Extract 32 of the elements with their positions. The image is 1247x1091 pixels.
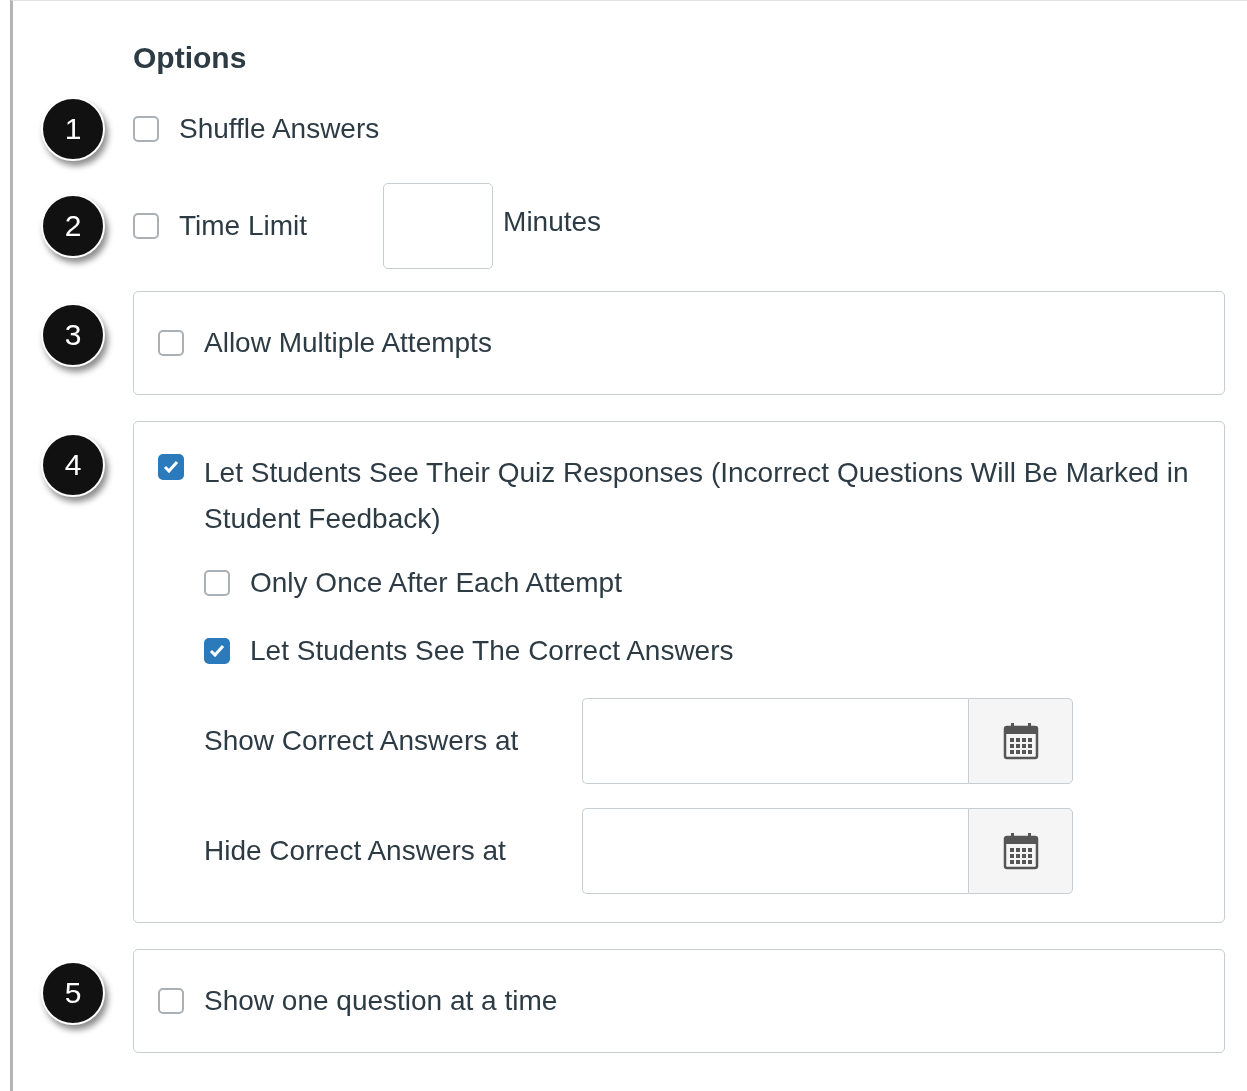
step-number-badge: 1 — [41, 97, 105, 161]
checkbox[interactable] — [133, 213, 159, 239]
step-number-badge: 3 — [41, 303, 105, 367]
calendar-icon — [1002, 832, 1039, 870]
step-number-badge: 4 — [41, 433, 105, 497]
option-label: Only Once After Each Attempt — [250, 566, 622, 600]
option-label: Show one question at a time — [204, 984, 558, 1018]
checkbox[interactable] — [204, 570, 230, 596]
checkbox[interactable] — [158, 330, 184, 356]
option-label: Time Limit — [179, 209, 308, 243]
minutes-input[interactable] — [383, 183, 494, 269]
date-label: Show Correct Answers at — [204, 725, 520, 757]
date-input[interactable] — [582, 808, 968, 894]
calendar-button[interactable] — [968, 808, 1073, 894]
checkbox[interactable] — [133, 116, 159, 142]
unit-label: Minutes — [503, 206, 602, 238]
step-number-badge: 5 — [41, 961, 105, 1025]
option-label: Let Students See Their Quiz Responses (Incorrect Questions Will Be Marked in Student Feedback) — [204, 456, 1190, 536]
checkbox[interactable] — [158, 454, 184, 480]
checkmark-icon — [162, 458, 180, 476]
calendar-button[interactable] — [968, 698, 1073, 784]
step-number-badge: 2 — [41, 194, 105, 258]
option-label: Let Students See The Correct Answers — [250, 634, 734, 668]
option-label: Allow Multiple Attempts — [204, 326, 492, 360]
calendar-icon — [1002, 722, 1039, 760]
date-input[interactable] — [582, 698, 968, 784]
checkbox[interactable] — [158, 988, 184, 1014]
date-label: Hide Correct Answers at — [204, 835, 507, 867]
checkmark-icon — [208, 642, 226, 660]
section-heading: Options — [133, 41, 248, 75]
checkbox[interactable] — [204, 638, 230, 664]
option-label: Shuffle Answers — [179, 112, 380, 146]
